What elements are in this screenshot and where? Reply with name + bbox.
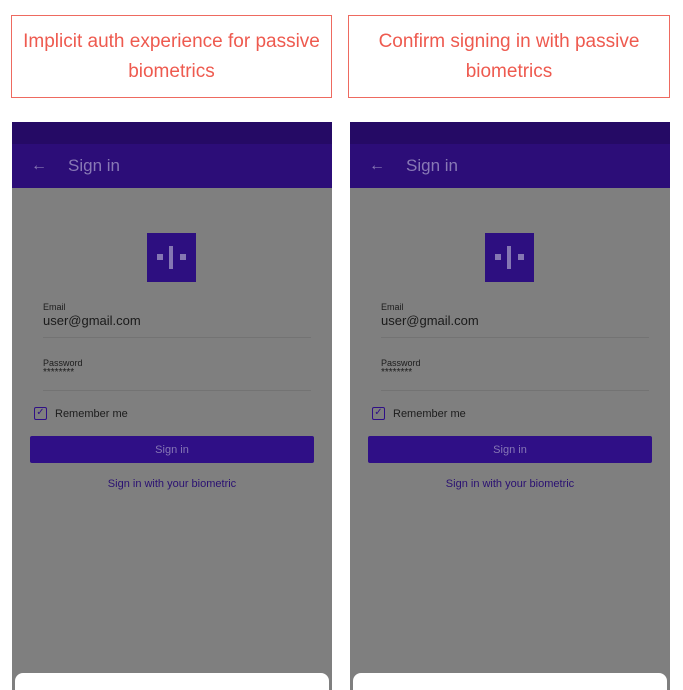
email-underline — [381, 337, 649, 338]
email-field[interactable]: user@gmail.com — [43, 313, 141, 328]
password-underline — [381, 390, 649, 391]
app-logo-icon — [485, 233, 534, 282]
sign-in-button[interactable]: Sign in — [368, 436, 652, 463]
email-label: Email — [43, 302, 66, 312]
phone-screen-right: ← Sign in Email user@gmail.com Password … — [350, 122, 670, 690]
bottom-sheet — [353, 673, 667, 690]
password-field[interactable]: ******** — [43, 367, 74, 378]
app-bar: ← Sign in — [12, 144, 332, 188]
password-field[interactable]: ******** — [381, 367, 412, 378]
caption-left: Implicit auth experience for passive bio… — [11, 15, 332, 98]
arrow-left-icon[interactable]: ← — [369, 157, 387, 175]
email-field[interactable]: user@gmail.com — [381, 313, 479, 328]
caption-right-text: Confirm signing in with passive biometri… — [378, 30, 640, 82]
status-bar — [350, 122, 670, 144]
sign-in-button[interactable]: Sign in — [30, 436, 314, 463]
password-underline — [43, 390, 311, 391]
app-logo-icon — [147, 233, 196, 282]
bottom-sheet — [15, 673, 329, 690]
app-bar: ← Sign in — [350, 144, 670, 188]
app-bar-title: Sign in — [68, 156, 120, 175]
email-label: Email — [381, 302, 404, 312]
arrow-left-icon[interactable]: ← — [31, 157, 49, 175]
remember-me-label: Remember me — [55, 408, 128, 420]
remember-me-checkbox[interactable]: ✓ — [372, 407, 385, 420]
phone-screen-left: ← Sign in Email user@gmail.com Password … — [12, 122, 332, 690]
caption-left-text: Implicit auth experience for passive bio… — [23, 30, 320, 82]
biometric-sign-in-link[interactable]: Sign in with your biometric — [350, 478, 670, 490]
email-underline — [43, 337, 311, 338]
app-bar-title: Sign in — [406, 156, 458, 175]
biometric-sign-in-link[interactable]: Sign in with your biometric — [12, 478, 332, 490]
caption-right: Confirm signing in with passive biometri… — [348, 15, 670, 98]
remember-me-label: Remember me — [393, 408, 466, 420]
remember-me-checkbox[interactable]: ✓ — [34, 407, 47, 420]
status-bar — [12, 122, 332, 144]
